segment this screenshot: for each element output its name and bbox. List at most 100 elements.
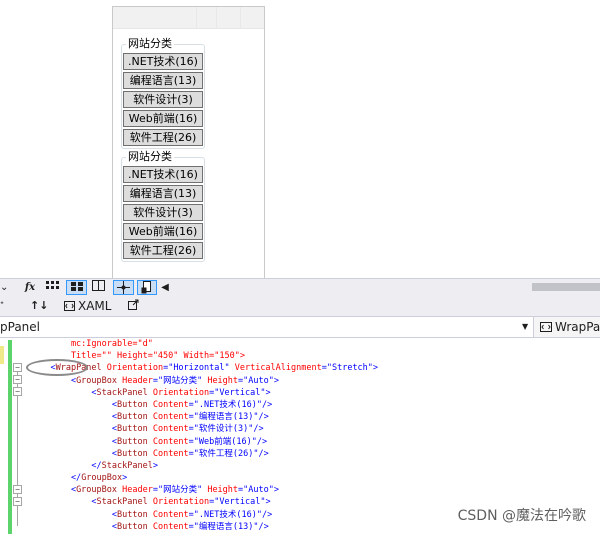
tab-xaml[interactable]: XAML bbox=[64, 297, 111, 315]
xaml-element-icon bbox=[540, 322, 552, 332]
category-button[interactable]: 编程语言(13) bbox=[123, 185, 203, 202]
code-token: Content bbox=[147, 448, 189, 459]
category-button[interactable]: 软件工程(26) bbox=[123, 129, 203, 146]
code-token: =".NET技术(16)" bbox=[188, 399, 262, 410]
code-line: <Button Content="编程语言(13)"/> bbox=[30, 521, 378, 533]
code-token: > bbox=[152, 460, 158, 471]
element-selector[interactable]: pPanel bbox=[0, 317, 534, 337]
stackpanel-2: .NET技术(16) 编程语言(13) 软件设计(3) Web前端(16) 软件工程(2… bbox=[123, 166, 203, 261]
fold-toggle-icon[interactable]: − bbox=[13, 375, 22, 384]
code-token: mc:Ignorable="d" bbox=[30, 339, 153, 349]
wrappanel-highlight-circle bbox=[26, 359, 88, 376]
element-selector-value: pPanel bbox=[0, 320, 40, 334]
code-token: /> bbox=[258, 448, 269, 459]
xaml-code-editor[interactable]: − − − − − mc:Ignorable="d" Title="" Heig… bbox=[0, 338, 600, 534]
category-button[interactable]: Web前端(16) bbox=[123, 110, 203, 127]
xaml-file-icon bbox=[64, 301, 75, 311]
code-line: <Button Content=".NET技术(16)"/> bbox=[30, 399, 378, 411]
code-token: < bbox=[30, 448, 117, 459]
code-token: Button bbox=[117, 436, 148, 447]
category-button[interactable]: .NET技术(16) bbox=[123, 53, 203, 70]
code-token: ="网站分类" bbox=[152, 375, 203, 386]
code-token: ="Auto" bbox=[238, 375, 274, 386]
fold-toggle-icon[interactable]: − bbox=[13, 485, 22, 494]
member-selector[interactable]: WrapPa bbox=[540, 317, 600, 337]
stackpanel-1: .NET技术(16) 编程语言(13) 软件设计(3) Web前端(16) 软件工程(2… bbox=[123, 53, 203, 148]
code-token: Height bbox=[202, 485, 239, 496]
groupbox-header: 网站分类 bbox=[126, 150, 174, 164]
code-line: <Button Content="Web前端(16)"/> bbox=[30, 436, 378, 448]
code-token: Header bbox=[117, 375, 153, 386]
snap-lines-icon[interactable] bbox=[113, 280, 134, 295]
fold-toggle-icon[interactable]: − bbox=[13, 363, 22, 372]
code-token: /> bbox=[261, 509, 273, 520]
device-preview-icon[interactable] bbox=[137, 280, 157, 295]
code-line: mc:Ignorable="d" bbox=[30, 338, 378, 350]
code-line: </GroupBox> bbox=[30, 472, 378, 484]
code-token: GroupBox bbox=[76, 375, 118, 386]
code-token: < bbox=[30, 497, 97, 508]
element-navigation-bar: pPanel ▼ WrapPa bbox=[0, 316, 600, 338]
category-button[interactable]: 软件设计(3) bbox=[123, 91, 203, 108]
member-selector-value: WrapPa bbox=[555, 320, 600, 334]
code-token: Button bbox=[117, 509, 148, 520]
category-button[interactable]: Web前端(16) bbox=[123, 223, 203, 240]
code-token: =".NET技术(16)" bbox=[188, 509, 262, 520]
code-token: ="Vertical" bbox=[209, 497, 266, 508]
fold-toggle-icon[interactable]: − bbox=[13, 387, 22, 396]
code-token: Button bbox=[117, 412, 148, 423]
code-token: Button bbox=[117, 424, 148, 435]
code-token: Content bbox=[147, 399, 189, 410]
code-token: GroupBox bbox=[81, 473, 123, 484]
view-tab-row: ᐩ ↑↓ XAML bbox=[0, 295, 600, 316]
designer-window-preview[interactable]: 网站分类 .NET技术(16) 编程语言(13) 软件设计(3) Web前端(16) 软… bbox=[112, 6, 265, 278]
code-token: > bbox=[265, 497, 271, 508]
code-token: Orientation bbox=[101, 363, 164, 374]
snap-grid-icon[interactable] bbox=[66, 280, 87, 295]
code-token: ="软件工程(26)" bbox=[188, 448, 259, 459]
chevron-down-icon[interactable]: ▼ bbox=[522, 317, 528, 337]
code-token: StackPanel bbox=[96, 387, 148, 398]
groupbox-2[interactable]: 网站分类 .NET技术(16) 编程语言(13) 软件设计(3) Web前端(16) 软… bbox=[121, 150, 205, 262]
code-token: ="Vertical" bbox=[209, 387, 266, 398]
code-token: < bbox=[30, 399, 117, 410]
code-token: < bbox=[30, 412, 117, 423]
code-token: /> bbox=[258, 521, 269, 532]
code-token: > bbox=[372, 363, 379, 374]
code-token: Content bbox=[147, 509, 189, 520]
code-line: </StackPanel> bbox=[30, 460, 378, 472]
code-token: < bbox=[30, 387, 97, 398]
code-line: <StackPanel Orientation="Vertical"> bbox=[30, 496, 378, 508]
fx-button[interactable]: fx bbox=[22, 280, 38, 295]
code-token: Header bbox=[117, 485, 153, 496]
swap-panes-button[interactable]: ↑↓ bbox=[30, 297, 48, 315]
tab-divider-mark: ᐩ bbox=[0, 300, 4, 311]
groupbox-1[interactable]: 网站分类 .NET技术(16) 编程语言(13) 软件设计(3) Web前端(16) 软… bbox=[121, 37, 205, 149]
category-button[interactable]: .NET技术(16) bbox=[123, 166, 203, 183]
fold-toggle-icon[interactable]: − bbox=[13, 497, 22, 506]
horizontal-scrollbar[interactable] bbox=[532, 283, 600, 291]
grid-icon[interactable] bbox=[44, 280, 61, 295]
dropdown-arrow-icon[interactable]: ⌄ bbox=[0, 280, 8, 295]
code-token: ="编程语言(13)" bbox=[188, 412, 259, 423]
code-token: > bbox=[273, 375, 279, 386]
code-token: Button bbox=[117, 399, 148, 410]
category-button[interactable]: 编程语言(13) bbox=[123, 72, 203, 89]
code-token: > bbox=[122, 473, 128, 484]
code-token: /> bbox=[258, 412, 269, 423]
layout-toggle-icon[interactable] bbox=[90, 280, 107, 295]
code-token: ="Web前端(16)" bbox=[188, 436, 257, 447]
code-token: < bbox=[30, 436, 117, 447]
category-button[interactable]: 软件设计(3) bbox=[123, 204, 203, 221]
code-token: < bbox=[30, 375, 77, 386]
code-token: </ bbox=[30, 473, 82, 484]
code-token: Height bbox=[202, 375, 239, 386]
code-token: ="网站分类" bbox=[152, 485, 203, 496]
popout-icon[interactable] bbox=[128, 297, 139, 315]
code-line: <Button Content=".NET技术(16)"/> bbox=[30, 509, 378, 521]
code-token: Content bbox=[147, 424, 189, 435]
scroll-left-icon[interactable]: ◀ bbox=[160, 280, 170, 295]
code-token: Orientation bbox=[147, 387, 210, 398]
code-token: Orientation bbox=[147, 497, 210, 508]
category-button[interactable]: 软件工程(26) bbox=[123, 242, 203, 259]
